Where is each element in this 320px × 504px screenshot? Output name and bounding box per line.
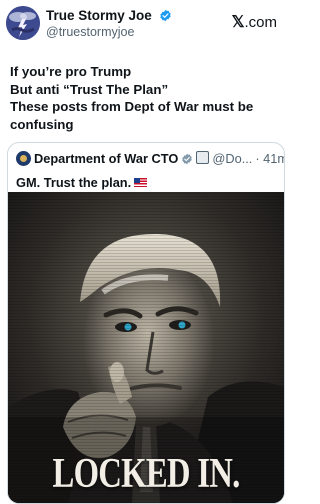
post-body: If you’re pro Trump But anti “Trust The … xyxy=(10,63,282,133)
storm-avatar-icon xyxy=(6,6,40,40)
quoted-avatar[interactable] xyxy=(16,151,31,166)
post-line: confusing xyxy=(10,116,74,132)
post-line: These posts from Dept of War must be xyxy=(10,99,254,114)
author-avatar[interactable] xyxy=(6,6,40,40)
author-name-row[interactable]: True Stormy Joe xyxy=(46,8,172,23)
quoted-post[interactable]: Department of War CTO @Do... · 41m GM. Tr… xyxy=(7,142,285,504)
author-handle[interactable]: @truestormyjoe xyxy=(46,25,134,39)
quoted-text-row: GM. Trust the plan. xyxy=(16,175,148,190)
source-domain: .com xyxy=(244,14,277,31)
author-name[interactable]: True Stormy Joe xyxy=(46,8,152,23)
verified-badge-icon xyxy=(182,153,193,165)
verified-badge-icon xyxy=(159,9,171,22)
source-label[interactable]: 𝕏.com xyxy=(232,12,277,32)
us-flag-icon xyxy=(134,178,148,187)
post-line: But anti “Trust The Plan” xyxy=(10,81,169,97)
post-line: If you’re pro Trump xyxy=(10,64,132,79)
quoted-time[interactable]: · 41m xyxy=(255,151,284,166)
quoted-text: GM. Trust the plan. xyxy=(16,175,132,190)
x-logo-icon: 𝕏 xyxy=(231,14,245,31)
quoted-name[interactable]: Department of War CTO xyxy=(34,151,178,166)
image-caption: LOCKED IN. xyxy=(52,451,241,497)
quoted-header: Department of War CTO @Do... · 41m xyxy=(16,151,284,166)
post-header: True Stormy Joe @truestormyjoe 𝕏.com xyxy=(0,0,289,50)
affiliate-badge-icon xyxy=(196,151,210,164)
quoted-handle[interactable]: @Do... xyxy=(212,151,252,166)
quoted-image[interactable]: LOCKED IN. xyxy=(8,192,284,503)
